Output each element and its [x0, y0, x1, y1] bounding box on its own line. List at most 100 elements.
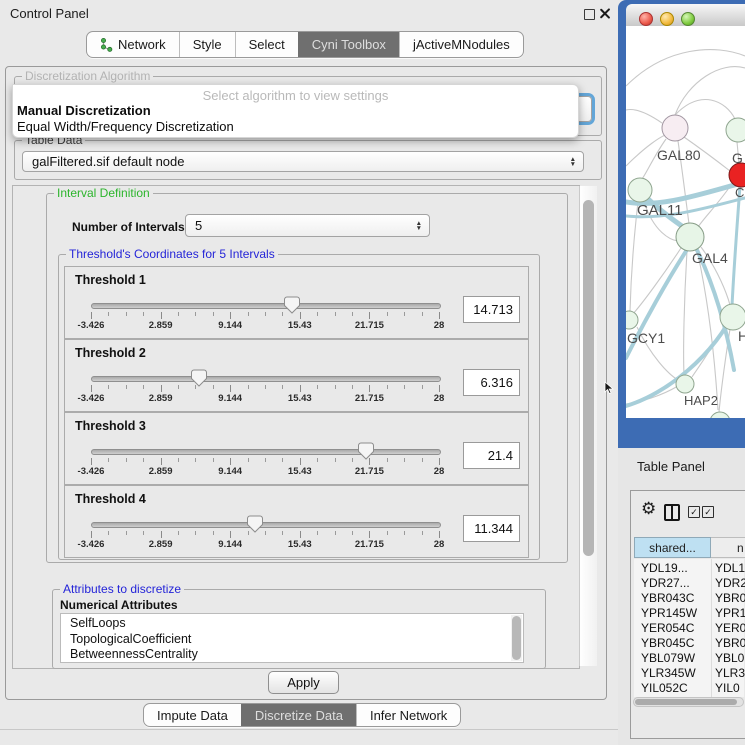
tab-impute-data[interactable]: Impute Data — [144, 704, 241, 726]
node-h[interactable] — [720, 304, 745, 330]
close-icon[interactable] — [599, 8, 610, 19]
number-of-intervals-label: Number of Intervals — [72, 220, 185, 234]
table-cell[interactable]: YBL0 — [715, 651, 744, 665]
numerical-attributes-list: SelfLoops TopologicalCoefficient Between… — [60, 613, 524, 663]
threshold-1-label: Threshold 1 — [75, 273, 146, 287]
vertical-scrollbar-thumb[interactable] — [583, 200, 594, 556]
table-cell[interactable]: YBR045C — [641, 636, 694, 650]
node-label: G — [732, 150, 743, 166]
table-cell[interactable]: YER054C — [641, 621, 694, 635]
column-header-name[interactable]: n — [711, 537, 745, 558]
minimize-traffic-light[interactable] — [660, 12, 674, 26]
table-cell[interactable]: YLR345W — [641, 666, 696, 680]
algorithm-group-title: Discretization Algorithm — [22, 70, 153, 83]
horizontal-scrollbar[interactable] — [633, 697, 744, 707]
vertical-scrollbar[interactable] — [579, 186, 597, 666]
node-g[interactable] — [726, 118, 745, 142]
threshold-3-value-field[interactable]: 21.4 — [463, 442, 520, 469]
node-gal11[interactable] — [628, 178, 652, 202]
thresholds-group-title: Threshold's Coordinates for 5 Intervals — [66, 248, 278, 261]
control-panel-tabbar: Network Style Select Cyni Toolbox jActiv… — [86, 31, 524, 58]
table-cell[interactable]: YDR27... — [641, 576, 690, 590]
checkbox-icon[interactable]: ✓ — [688, 506, 700, 518]
list-scrollbar-thumb[interactable] — [512, 616, 521, 660]
node-label: GAL11 — [637, 202, 683, 219]
list-item[interactable]: TopologicalCoefficient — [70, 632, 523, 648]
list-item[interactable]: SelfLoops — [70, 616, 523, 632]
node-label: HAP2 — [684, 393, 718, 408]
column-divider — [711, 559, 712, 697]
table-cell[interactable]: YBR0 — [715, 591, 745, 605]
node-gal4[interactable] — [676, 223, 704, 251]
table-cell[interactable]: YBR043C — [641, 591, 694, 605]
table-cell[interactable]: YDR2 — [715, 576, 745, 590]
apply-button[interactable]: Apply — [268, 671, 339, 694]
tab-jactivemnodules[interactable]: jActiveMNodules — [399, 32, 523, 57]
threshold-1-panel: Threshold 1 -3.4262.8599.14415.4321.7152… — [64, 266, 529, 339]
tab-discretize-data[interactable]: Discretize Data — [241, 704, 356, 726]
mouse-cursor — [604, 381, 614, 395]
dropdown-option-equal-width[interactable]: Equal Width/Frequency Discretization — [17, 119, 234, 134]
node-label: GCY1 — [627, 330, 665, 346]
horizontal-scrollbar-thumb[interactable] — [635, 699, 737, 705]
tab-select[interactable]: Select — [235, 32, 298, 57]
list-scrollbar[interactable] — [511, 615, 522, 661]
close-traffic-light[interactable] — [639, 12, 653, 26]
table-cell[interactable]: YDL19... — [641, 561, 688, 575]
threshold-4-label: Threshold 4 — [75, 492, 146, 506]
zoom-traffic-light[interactable] — [681, 12, 695, 26]
threshold-2-label: Threshold 2 — [75, 346, 146, 360]
table-cell[interactable]: YLR3 — [715, 666, 745, 680]
slider-tick-labels: -3.4262.8599.14415.4321.71528 — [65, 320, 528, 332]
tab-style[interactable]: Style — [179, 32, 235, 57]
table-cell[interactable]: YPR1 — [715, 606, 745, 620]
slider-tick-labels: -3.4262.8599.14415.4321.71528 — [65, 466, 528, 478]
threshold-3-panel: Threshold 3 -3.4262.8599.14415.4321.7152… — [64, 412, 529, 485]
threshold-2-slider[interactable] — [91, 376, 441, 382]
spinner-arrows-icon: ▲▼ — [416, 221, 422, 231]
tab-infer-network[interactable]: Infer Network — [356, 704, 460, 726]
network-view[interactable]: GAL80GCGAL11GAL4GCY1HHAP2 — [626, 26, 745, 418]
threshold-4-panel: Threshold 4 -3.4262.8599.14415.4321.7152… — [64, 485, 529, 558]
threshold-3-label: Threshold 3 — [75, 419, 146, 433]
table-cell[interactable]: YBR0 — [715, 636, 745, 650]
tab-network[interactable]: Network — [87, 32, 179, 57]
threshold-1-value-field[interactable]: 14.713 — [463, 296, 520, 323]
tab-cyni-toolbox[interactable]: Cyni Toolbox — [298, 32, 399, 57]
list-item[interactable]: BetweennessCentrality — [70, 647, 523, 663]
table-cell[interactable]: YDL1 — [715, 561, 745, 575]
table-cell[interactable]: YPR145W — [641, 606, 697, 620]
panel-title: Control Panel — [10, 6, 89, 21]
node-hap2[interactable] — [676, 375, 694, 393]
number-of-intervals-combobox[interactable]: 5 ▲▼ — [185, 214, 430, 237]
algorithm-dropdown-popup: Select algorithm to view settings Manual… — [12, 84, 579, 138]
float-window-icon[interactable] — [584, 9, 595, 20]
node-gcy1[interactable] — [626, 311, 638, 329]
table-cell[interactable]: YIL052C — [641, 681, 688, 695]
table-cell[interactable]: YER0 — [715, 621, 745, 635]
table-cell[interactable]: YBL079W — [641, 651, 695, 665]
checkbox-icon[interactable]: ✓ — [702, 506, 714, 518]
column-header-shared[interactable]: shared... — [634, 537, 711, 558]
divider — [0, 729, 618, 730]
threshold-2-value-field[interactable]: 6.316 — [463, 369, 520, 396]
columns-icon[interactable] — [664, 504, 680, 521]
table-data-combobox[interactable]: galFiltered.sif default node ▲▼ — [22, 151, 584, 172]
numerical-attributes-label: Numerical Attributes — [60, 598, 178, 612]
dropdown-option-manual[interactable]: Manual Discretization — [17, 103, 151, 118]
threshold-2-panel: Threshold 2 -3.4262.8599.14415.4321.7152… — [64, 339, 529, 412]
interval-definition-title: Interval Definition — [54, 187, 153, 200]
network-window-titlebar[interactable] — [626, 4, 745, 27]
node-bottom[interactable] — [710, 412, 730, 418]
table-cell[interactable]: YIL0 — [715, 681, 740, 695]
threshold-1-slider[interactable] — [91, 303, 441, 309]
node-label: H — [738, 328, 745, 344]
threshold-4-slider[interactable] — [91, 522, 441, 528]
node-gal80[interactable] — [662, 115, 688, 141]
gear-icon[interactable]: ⚙ — [641, 499, 656, 519]
table-panel-title: Table Panel — [637, 459, 705, 474]
node-label: GAL4 — [692, 250, 728, 266]
node-label: C — [735, 185, 744, 200]
threshold-3-slider[interactable] — [91, 449, 441, 455]
threshold-4-value-field[interactable]: 11.344 — [463, 515, 520, 542]
